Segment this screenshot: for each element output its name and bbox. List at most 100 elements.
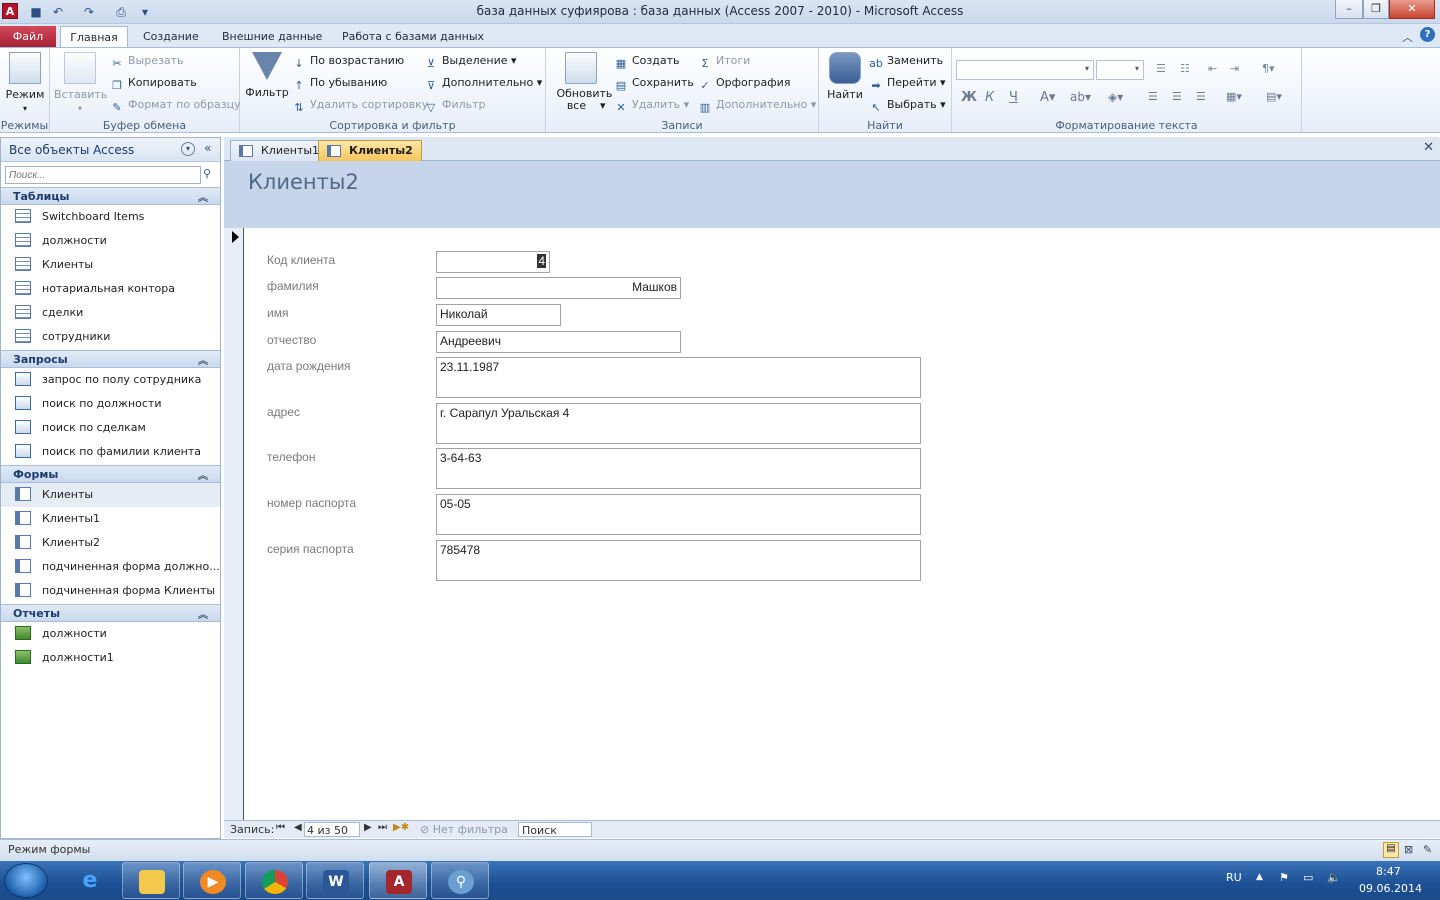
underline-button[interactable]: Ч [1009, 90, 1018, 105]
record-position-field[interactable]: 4 из 50 [304, 822, 360, 837]
passport-series-field[interactable]: 785478 [436, 540, 921, 581]
clock-date[interactable]: 09.06.2014 [1359, 882, 1422, 895]
taskbar-ie-button[interactable]: e [61, 862, 119, 899]
refresh-all-button[interactable]: Обновить все ▾ [550, 52, 612, 112]
client-code-field[interactable]: 4 [436, 251, 550, 273]
advanced-filter-button[interactable]: ⊽ Дополнительно ▾ [424, 76, 542, 93]
phone-field[interactable]: 3-64-63 [436, 448, 921, 489]
align-center-icon[interactable]: ☰ [1172, 90, 1182, 103]
clock-time[interactable]: 8:47 [1376, 865, 1401, 878]
doc-tab-clients1[interactable]: Клиенты1 [230, 140, 329, 161]
cut-button[interactable]: ✂ Вырезать [110, 54, 183, 71]
address-field[interactable]: г. Сарапул Уральская 4 [436, 403, 921, 444]
fill-color-icon[interactable]: ◈▾ [1108, 90, 1123, 104]
tab-home[interactable]: Главная [60, 26, 128, 48]
spelling-button[interactable]: ✓ Орфография [698, 76, 790, 93]
record-selector[interactable] [224, 228, 244, 820]
nav-group-queries[interactable]: Запросы ︽ [1, 350, 220, 368]
nav-menu-chevron-icon[interactable]: ▾ [181, 142, 195, 156]
nav-search-input[interactable] [5, 166, 201, 184]
nav-item-query[interactable]: поиск по должности [1, 392, 220, 416]
increase-indent-icon[interactable]: ⇥ [1230, 62, 1239, 75]
name-field[interactable]: Николай [436, 304, 561, 326]
more-records-button[interactable]: ▥ Дополнительно ▾ [698, 98, 816, 115]
nav-item-report[interactable]: должности [1, 622, 220, 646]
passport-number-field[interactable]: 05-05 [436, 494, 921, 535]
tab-file[interactable]: Файл [0, 26, 56, 48]
next-record-icon[interactable]: ▶ [364, 822, 372, 833]
tab-external-data[interactable]: Внешние данные [210, 26, 334, 48]
minimize-button[interactable]: – [1335, 0, 1363, 19]
save-record-button[interactable]: ▤ Сохранить [614, 76, 694, 93]
view-button[interactable]: Режим ▾ [2, 52, 48, 114]
gridlines-icon[interactable]: ▦▾ [1226, 90, 1242, 103]
tab-database-tools[interactable]: Работа с базами данных [330, 26, 496, 48]
nav-item-query[interactable]: поиск по фамилии клиента [1, 440, 220, 464]
font-size-combo[interactable]: ▾ [1096, 60, 1144, 80]
nav-group-tables[interactable]: Таблицы ︽ [1, 187, 220, 205]
nav-item-table[interactable]: должности [1, 229, 220, 253]
tab-create[interactable]: Создание [131, 26, 211, 48]
nav-group-forms[interactable]: Формы ︽ [1, 465, 220, 483]
taskbar-access-button[interactable]: A [369, 862, 427, 899]
font-color-icon[interactable]: A▾ [1040, 90, 1055, 105]
replace-button[interactable]: ab Заменить [869, 54, 943, 71]
alternate-row-color-icon[interactable]: ▤▾ [1266, 90, 1282, 103]
remove-sort-button[interactable]: ⇅ Удалить сортировку [292, 98, 428, 115]
help-icon[interactable]: ? [1420, 27, 1435, 42]
volume-icon[interactable]: 🔈 [1327, 871, 1341, 884]
nav-header[interactable]: Все объекты Access ▾ « [1, 138, 220, 162]
totals-button[interactable]: Σ Итоги [698, 54, 751, 71]
action-center-icon[interactable]: ⚑ [1279, 871, 1289, 884]
close-window-button[interactable]: ✕ [1389, 0, 1435, 19]
nav-item-table[interactable]: нотариальная контора [1, 277, 220, 301]
taskbar-chrome-button[interactable] [245, 862, 303, 899]
font-name-combo[interactable]: ▾ [956, 60, 1094, 80]
doc-tab-clients2[interactable]: Клиенты2 [318, 140, 422, 161]
highlight-icon[interactable]: ab▾ [1070, 90, 1091, 104]
bold-button[interactable]: Ж [961, 90, 977, 105]
select-button[interactable]: ↖ Выбрать ▾ [869, 98, 945, 115]
nav-item-query[interactable]: поиск по сделкам [1, 416, 220, 440]
sort-ascending-button[interactable]: ↓ По возрастанию [292, 54, 404, 71]
filter-button[interactable]: Фильтр [244, 52, 290, 99]
record-search-input[interactable]: Поиск [518, 822, 592, 837]
nav-item-table[interactable]: сделки [1, 301, 220, 325]
restore-button[interactable]: ❐ [1363, 0, 1389, 19]
show-hidden-icons-icon[interactable]: ▲ [1256, 872, 1263, 882]
birth-date-field[interactable]: 23.11.1987 [436, 357, 921, 398]
layout-view-icon[interactable]: ⊠ [1404, 843, 1413, 856]
new-record-nav-icon[interactable]: ▶✱ [393, 822, 409, 833]
format-painter-button[interactable]: ✎ Формат по образцу [110, 98, 240, 115]
minimize-ribbon-icon[interactable]: ︿ [1402, 29, 1413, 45]
patronymic-field[interactable]: Андреевич [436, 331, 681, 353]
start-button[interactable] [4, 863, 48, 898]
taskbar-search-app-button[interactable]: ⚲ [431, 862, 489, 899]
close-document-icon[interactable]: ✕ [1423, 140, 1434, 155]
taskbar-word-button[interactable]: W [306, 862, 364, 899]
delete-record-button[interactable]: ✕ Удалить ▾ [614, 98, 689, 115]
nav-group-reports[interactable]: Отчеты ︽ [1, 604, 220, 622]
paste-button[interactable]: Вставить ▾ [54, 52, 107, 114]
taskbar-media-button[interactable]: ▶ [183, 862, 241, 899]
italic-button[interactable]: К [985, 90, 994, 105]
form-view-icon[interactable]: ▤ [1383, 842, 1399, 858]
previous-record-icon[interactable]: ◀ [294, 822, 302, 833]
nav-item-table[interactable]: сотрудники [1, 325, 220, 349]
nav-item-form[interactable]: Клиенты2 [1, 531, 220, 555]
taskbar-explorer-button[interactable] [122, 862, 180, 899]
nav-item-form[interactable]: Клиенты [1, 483, 220, 507]
nav-item-form[interactable]: подчиненная форма Клиенты [1, 579, 220, 603]
language-indicator[interactable]: RU [1226, 871, 1242, 884]
bullet-list-icon[interactable]: ☰ [1156, 62, 1166, 75]
new-record-button[interactable]: ▦ Создать [614, 54, 680, 71]
toggle-filter-button[interactable]: ▽ Фильтр [424, 98, 486, 115]
nav-item-query[interactable]: запрос по полу сотрудника [1, 368, 220, 392]
no-filter-button[interactable]: ⊘ Нет фильтра [420, 823, 508, 836]
sort-descending-button[interactable]: ↑ По убыванию [292, 76, 387, 93]
nav-item-table[interactable]: Клиенты [1, 253, 220, 277]
last-record-icon[interactable]: ⏭ [378, 822, 387, 833]
numbered-list-icon[interactable]: ☷ [1180, 62, 1190, 75]
selection-button[interactable]: ⊻ Выделение ▾ [424, 54, 517, 71]
nav-item-form[interactable]: Клиенты1 [1, 507, 220, 531]
